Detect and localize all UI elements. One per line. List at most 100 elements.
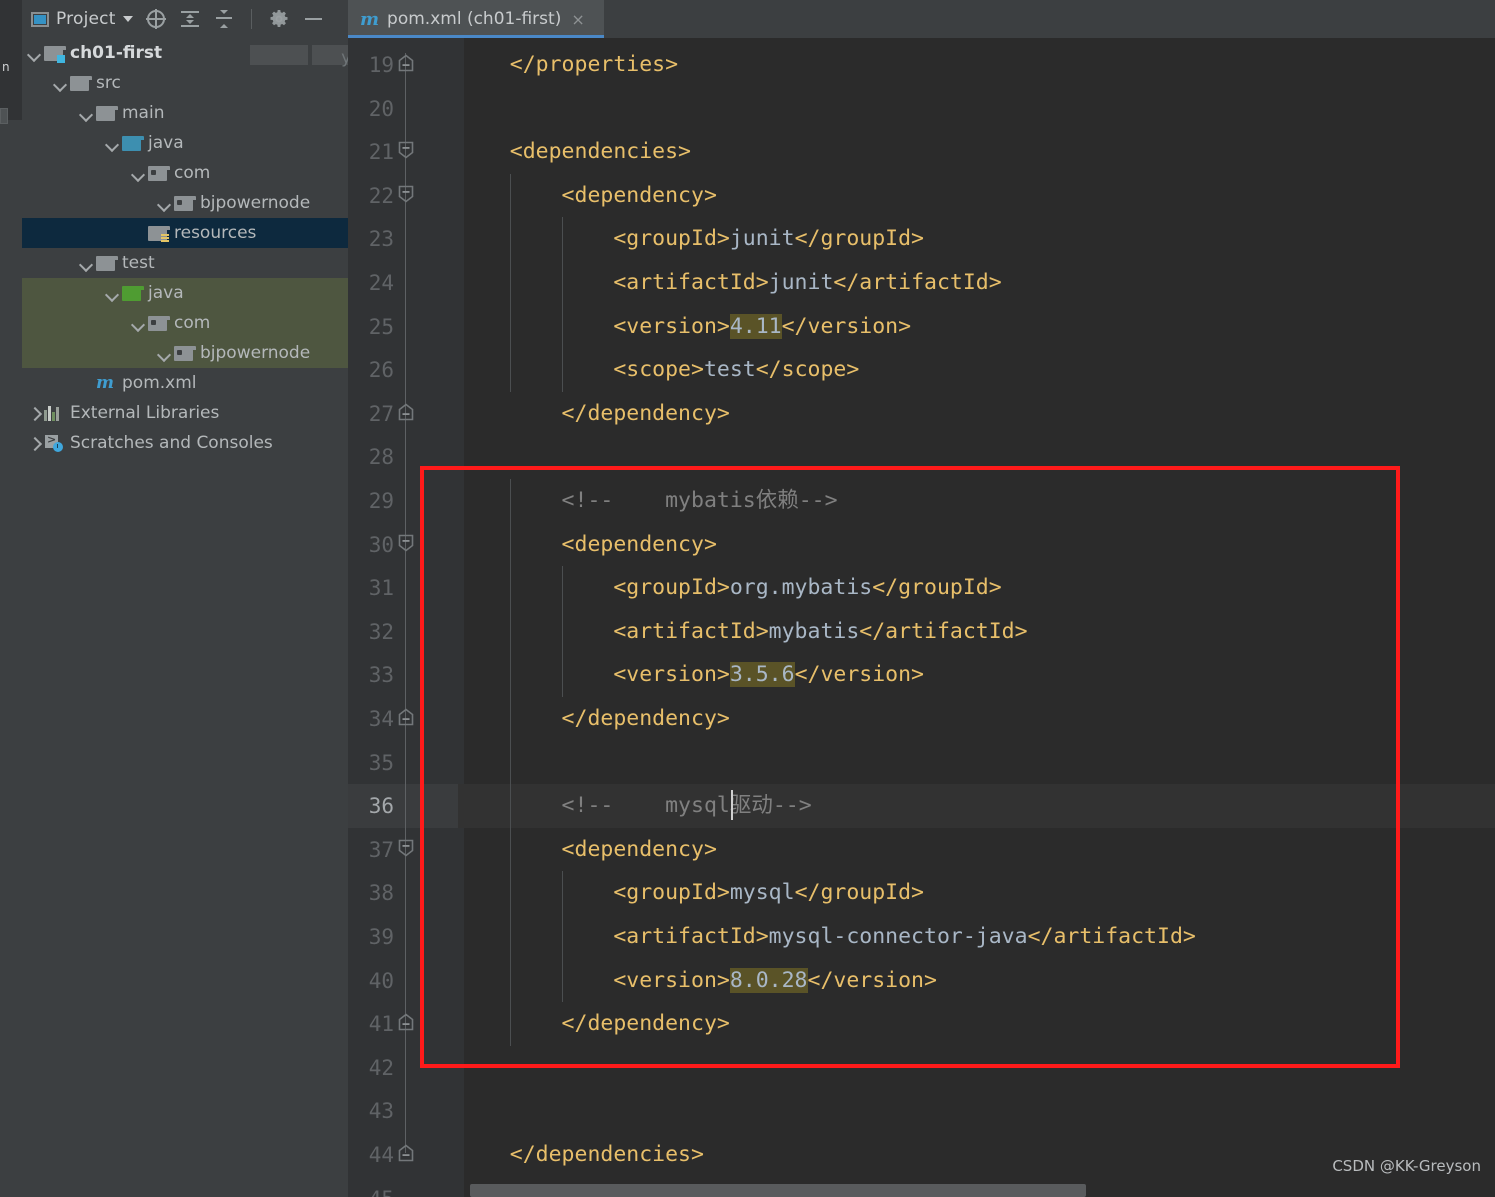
- chevron-down-icon[interactable]: [122, 16, 133, 22]
- tree-item-pom-xml[interactable]: m pom.xml: [22, 368, 348, 398]
- code-line-33[interactable]: 33 <version>3.5.6</version>: [348, 653, 1495, 697]
- code-line-44[interactable]: 44 </dependencies>: [348, 1133, 1495, 1177]
- tree-item-com[interactable]: com: [22, 158, 348, 188]
- chevron-down-icon[interactable]: [53, 76, 67, 90]
- tree-item-com[interactable]: com: [22, 308, 348, 338]
- xml-tag: <version>: [458, 313, 730, 339]
- code-line-40[interactable]: 40 <version>8.0.28</version>: [348, 959, 1495, 1003]
- expand-all-icon[interactable]: [180, 10, 199, 28]
- line-content: <scope>test</scope>: [458, 356, 859, 384]
- code-line-41[interactable]: 41 </dependency>: [348, 1002, 1495, 1046]
- fold-collapse-icon[interactable]: [396, 140, 418, 162]
- collapse-all-icon[interactable]: [215, 10, 233, 28]
- left-strip-handle[interactable]: [0, 108, 8, 124]
- chevron-down-icon[interactable]: [79, 106, 93, 120]
- code-line-20[interactable]: 20: [348, 87, 1495, 131]
- line-content: </dependency>: [458, 705, 730, 733]
- code-line-29[interactable]: 29 <!-- mybatis依赖-->: [348, 479, 1495, 523]
- tree-item-java[interactable]: java: [22, 128, 348, 158]
- close-icon[interactable]: ×: [571, 10, 584, 29]
- source-folder-icon: [122, 135, 144, 151]
- tree-item-label: External Libraries: [70, 403, 220, 423]
- code-line-32[interactable]: 32 <artifactId>mybatis</artifactId>: [348, 610, 1495, 654]
- code-line-24[interactable]: 24 <artifactId>junit</artifactId>: [348, 261, 1495, 305]
- left-strip-glyph: n: [2, 60, 10, 74]
- fold-end-icon[interactable]: [396, 402, 418, 424]
- tree-item-external-libraries[interactable]: External Libraries: [22, 398, 348, 428]
- fold-collapse-icon[interactable]: [396, 533, 418, 555]
- line-content: <groupId>junit</groupId>: [458, 225, 924, 253]
- tree-item-java[interactable]: java: [22, 278, 348, 308]
- chevron-right-icon[interactable]: [27, 406, 41, 420]
- chevron-right-icon[interactable]: [27, 436, 41, 450]
- code-line-38[interactable]: 38 <groupId>mysql</groupId>: [348, 871, 1495, 915]
- gear-icon[interactable]: [270, 10, 288, 28]
- line-content: <dependency>: [458, 836, 717, 864]
- fold-end-icon[interactable]: [396, 707, 418, 729]
- code-line-25[interactable]: 25 <version>4.11</version>: [348, 305, 1495, 349]
- indent-guide: [562, 566, 563, 697]
- xml-tag: <version>: [458, 967, 730, 993]
- xml-tag: <dependencies>: [458, 139, 691, 165]
- chevron-down-icon[interactable]: [105, 286, 119, 300]
- indent-guide: [510, 173, 511, 392]
- tree-item-label: test: [122, 253, 155, 273]
- tree-item-label: java: [148, 283, 184, 303]
- code-line-35[interactable]: 35: [348, 741, 1495, 785]
- code-line-34[interactable]: 34 </dependency>: [348, 697, 1495, 741]
- tree-item-scratches-and-consoles[interactable]: Scratches and Consoles: [22, 428, 348, 458]
- chevron-down-icon[interactable]: [131, 316, 145, 330]
- line-number: 21: [368, 140, 394, 165]
- module-icon: [44, 45, 66, 63]
- code-line-28[interactable]: 28: [348, 435, 1495, 479]
- minimize-icon[interactable]: [304, 10, 322, 28]
- tree-item-src[interactable]: src: [22, 68, 348, 98]
- chevron-down-icon[interactable]: [105, 136, 119, 150]
- fold-end-icon[interactable]: [396, 1012, 418, 1034]
- xml-value: 3.5.6: [729, 662, 795, 688]
- xml-comment: <!-- mysql驱动-->: [458, 793, 812, 819]
- tab-pom-xml[interactable]: m pom.xml (ch01-first) ×: [348, 0, 604, 38]
- code-line-42[interactable]: 42: [348, 1046, 1495, 1090]
- chevron-down-icon[interactable]: [157, 196, 171, 210]
- tree-item-main[interactable]: main: [22, 98, 348, 128]
- horizontal-scrollbar[interactable]: [470, 1184, 1086, 1197]
- fold-collapse-icon[interactable]: [396, 184, 418, 206]
- locate-icon[interactable]: [145, 9, 166, 29]
- chevron-down-icon[interactable]: [131, 166, 145, 180]
- code-line-23[interactable]: 23 <groupId>junit</groupId>: [348, 217, 1495, 261]
- fold-end-icon[interactable]: [396, 1143, 418, 1165]
- code-line-43[interactable]: 43: [348, 1089, 1495, 1133]
- project-view-selector[interactable]: Project: [31, 9, 133, 29]
- editor-area: m pom.xml (ch01-first) × 19 </properties…: [348, 0, 1495, 1197]
- tree-item-resources[interactable]: resources: [22, 218, 348, 248]
- tree-item-bjpowernode[interactable]: bjpowernode: [22, 188, 348, 218]
- line-number: 36: [368, 794, 394, 819]
- tree-item-test[interactable]: test: [22, 248, 348, 278]
- line-number: 42: [368, 1055, 394, 1080]
- line-number: 34: [368, 707, 394, 731]
- code-line-39[interactable]: 39 <artifactId>mysql-connector-java</art…: [348, 915, 1495, 959]
- xml-tag: </dependency>: [458, 706, 730, 731]
- fold-collapse-icon[interactable]: [396, 838, 418, 860]
- line-content: <groupId>org.mybatis</groupId>: [458, 574, 1001, 602]
- tree-item-bjpowernode[interactable]: bjpowernode: [22, 338, 348, 368]
- code-line-31[interactable]: 31 <groupId>org.mybatis</groupId>: [348, 566, 1495, 610]
- xml-tag: </dependency>: [458, 400, 730, 426]
- code-line-36[interactable]: 36 <!-- mysql驱动-->: [348, 784, 1495, 828]
- code-line-21[interactable]: 21 <dependencies>: [348, 130, 1495, 174]
- maven-icon: m: [96, 373, 114, 393]
- xml-tag: </properties>: [458, 52, 679, 77]
- code-editor[interactable]: 19 </properties> 20 21 <dependencies> 22 <d…: [348, 38, 1495, 1197]
- fold-end-icon[interactable]: [396, 53, 418, 75]
- code-line-27[interactable]: 27 </dependency>: [348, 392, 1495, 436]
- chevron-down-icon[interactable]: [27, 46, 41, 60]
- code-line-30[interactable]: 30 <dependency>: [348, 523, 1495, 567]
- code-line-26[interactable]: 26 <scope>test</scope>: [348, 348, 1495, 392]
- chevron-down-icon[interactable]: [79, 256, 93, 270]
- code-line-19[interactable]: 19 </properties>: [348, 43, 1495, 87]
- chevron-down-icon[interactable]: [157, 346, 171, 360]
- code-line-37[interactable]: 37 <dependency>: [348, 828, 1495, 872]
- code-line-22[interactable]: 22 <dependency>: [348, 174, 1495, 218]
- xml-tag: </version>: [794, 662, 925, 688]
